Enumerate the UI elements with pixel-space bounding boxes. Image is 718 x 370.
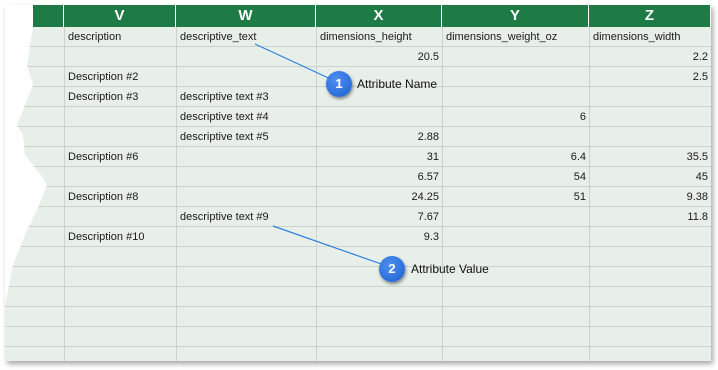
callout-2-label: Attribute Value	[411, 262, 489, 276]
callout-1-label: Attribute Name	[357, 77, 438, 91]
spreadsheet-frame: V W X Y Zdescription descriptive_text dimensio…	[5, 5, 711, 361]
callout-1-badge: 1	[326, 71, 352, 97]
callout-2-badge: 2	[379, 256, 405, 282]
callout-lines	[254, 43, 388, 267]
callout-1-line	[254, 43, 336, 82]
callout-2-line	[272, 225, 388, 267]
